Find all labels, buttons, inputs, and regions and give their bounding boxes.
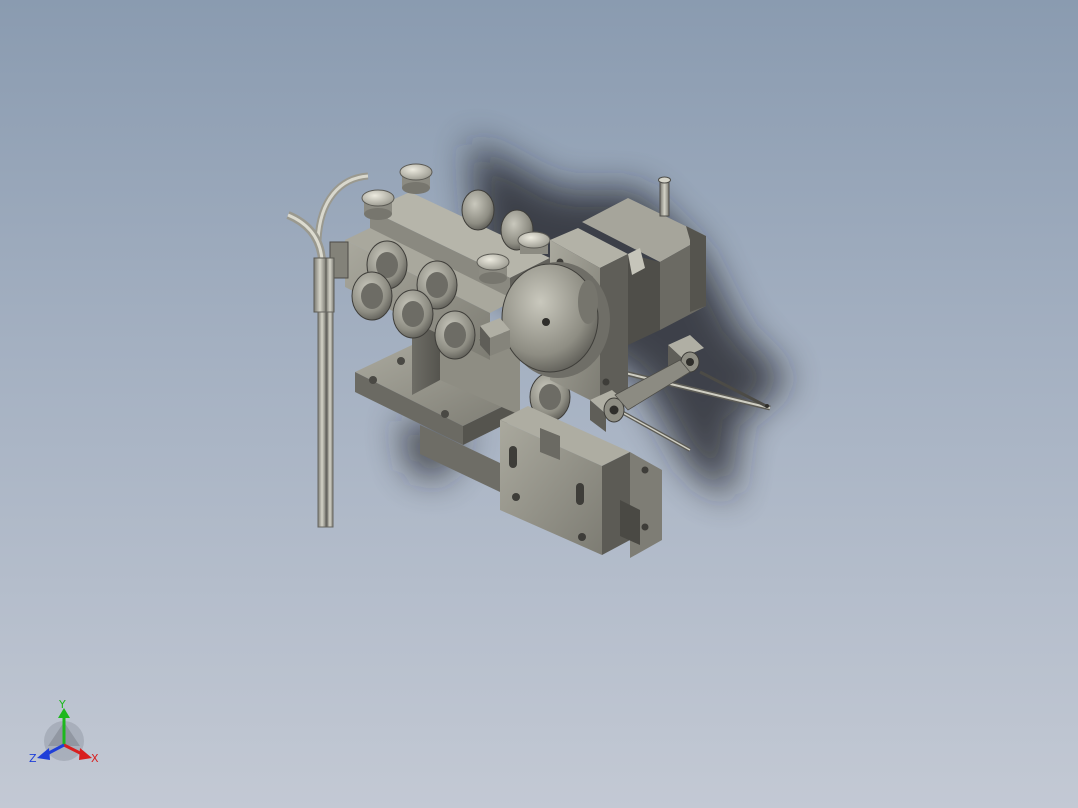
knob-4 [476, 253, 510, 284]
roller-4 [392, 289, 434, 339]
knob-1 [361, 189, 395, 220]
coordinate-triad[interactable]: Y X Z [29, 698, 99, 765]
roller-5 [434, 310, 476, 360]
model-canvas[interactable]: Y X Z [0, 0, 1078, 808]
z-axis-label: Z [29, 752, 37, 765]
3d-viewport[interactable]: Y X Z [0, 0, 1078, 808]
knob-2 [399, 163, 433, 194]
roller-3 [351, 271, 393, 321]
wire-feeder-assembly[interactable] [286, 163, 771, 558]
wire-inlet-tube [286, 172, 369, 528]
mounting-block [500, 406, 662, 558]
y-axis-label: Y [58, 698, 66, 711]
knob-3 [517, 231, 551, 254]
x-axis-label: X [91, 752, 99, 765]
